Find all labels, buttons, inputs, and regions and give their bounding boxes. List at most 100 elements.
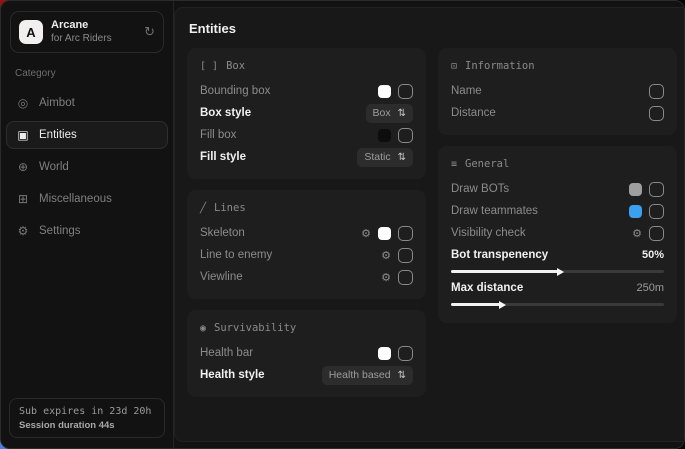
name-checkbox[interactable] bbox=[649, 84, 664, 99]
slider-fill bbox=[451, 303, 500, 306]
sidebar-item-world[interactable]: ⊕ World bbox=[6, 153, 168, 181]
chevron-updown-icon: ⇅ bbox=[398, 108, 406, 119]
main-wrap: Entities [ ] Box Bounding box bbox=[174, 1, 685, 448]
row-health-bar: Health bar bbox=[200, 342, 413, 364]
gear-icon[interactable]: ⚙ bbox=[361, 227, 371, 240]
category-label: Category bbox=[15, 68, 159, 79]
skeleton-checkbox[interactable] bbox=[398, 226, 413, 241]
viewline-checkbox[interactable] bbox=[398, 270, 413, 285]
app-logo: A bbox=[19, 20, 43, 44]
subscription-info-card: Sub expires in 23d 20h Session duration … bbox=[9, 398, 165, 438]
sidebar-item-label: World bbox=[39, 161, 69, 173]
draw-bots-checkbox[interactable] bbox=[649, 182, 664, 197]
page-title: Entities bbox=[189, 21, 677, 36]
color-swatch[interactable] bbox=[378, 85, 391, 98]
settings-icon: ⚙ bbox=[16, 224, 30, 238]
color-swatch[interactable] bbox=[378, 347, 391, 360]
row-viewline: Viewline ⚙ bbox=[200, 266, 413, 288]
row-box-style: Box style Box ⇅ bbox=[200, 102, 413, 124]
row-label: Draw BOTs bbox=[451, 183, 629, 195]
left-column: [ ] Box Bounding box Box style bbox=[187, 48, 426, 397]
sidebar-item-entities[interactable]: ▣ Entities bbox=[6, 121, 168, 149]
color-swatch[interactable] bbox=[378, 227, 391, 240]
brand-card: A Arcane for Arc Riders ↻ bbox=[10, 11, 164, 53]
sidebar-item-settings[interactable]: ⚙ Settings bbox=[6, 217, 168, 245]
row-label: Health bar bbox=[200, 347, 378, 359]
row-label: Draw teammates bbox=[451, 205, 629, 217]
distance-checkbox[interactable] bbox=[649, 106, 664, 121]
row-draw-teammates: Draw teammates bbox=[451, 200, 664, 222]
row-label: Distance bbox=[451, 107, 649, 119]
sub-expiry-text: Sub expires in 23d 20h bbox=[19, 406, 155, 417]
right-column: ⊡ Information Name Distance bbox=[438, 48, 677, 397]
max-distance-slider[interactable] bbox=[451, 303, 664, 306]
world-icon: ⊕ bbox=[16, 160, 30, 174]
visibility-check-checkbox[interactable] bbox=[649, 226, 664, 241]
row-fill-box: Fill box bbox=[200, 124, 413, 146]
row-label: Fill style bbox=[200, 151, 357, 163]
panel-title: Survivability bbox=[214, 322, 296, 334]
panel-information: ⊡ Information Name Distance bbox=[438, 48, 677, 135]
row-visibility-check: Visibility check ⚙ bbox=[451, 222, 664, 244]
main-content: Entities [ ] Box Bounding box bbox=[174, 7, 685, 442]
row-name: Name bbox=[451, 80, 664, 102]
sidebar: A Arcane for Arc Riders ↻ Category ◎ Aim… bbox=[1, 1, 174, 448]
fill-box-checkbox[interactable] bbox=[398, 128, 413, 143]
row-line-to-enemy: Line to enemy ⚙ bbox=[200, 244, 413, 266]
dropdown-value: Box bbox=[373, 107, 391, 119]
row-label: Box style bbox=[200, 107, 366, 119]
sidebar-item-label: Miscellaneous bbox=[39, 193, 112, 205]
color-swatch[interactable] bbox=[629, 183, 642, 196]
draw-teammates-checkbox[interactable] bbox=[649, 204, 664, 219]
row-label: Skeleton bbox=[200, 227, 361, 239]
sidebar-item-label: Settings bbox=[39, 225, 81, 237]
panel-survivability: ◉ Survivability Health bar Health style bbox=[187, 310, 426, 397]
row-bot-transparency: Bot transpenency 50% bbox=[451, 246, 664, 273]
fill-style-dropdown[interactable]: Static ⇅ bbox=[357, 148, 413, 167]
sidebar-item-label: Aimbot bbox=[39, 97, 75, 109]
dropdown-value: Static bbox=[364, 151, 390, 163]
panel-box: [ ] Box Bounding box Box style bbox=[187, 48, 426, 179]
panel-title: Information bbox=[465, 60, 535, 72]
row-label: Bot transpenency bbox=[451, 249, 642, 261]
session-duration-text: Session duration 44s bbox=[19, 420, 155, 431]
color-swatch[interactable] bbox=[378, 129, 391, 142]
gear-icon[interactable]: ⚙ bbox=[381, 249, 391, 262]
row-health-style: Health style Health based ⇅ bbox=[200, 364, 413, 386]
lines-icon: ╱ bbox=[200, 203, 206, 214]
panel-general: ≡ General Draw BOTs Draw teammates bbox=[438, 146, 677, 323]
miscellaneous-icon: ⊞ bbox=[16, 192, 30, 206]
row-fill-style: Fill style Static ⇅ bbox=[200, 146, 413, 168]
box-style-dropdown[interactable]: Box ⇅ bbox=[366, 104, 413, 123]
panel-title: Lines bbox=[214, 202, 246, 214]
sidebar-item-aimbot[interactable]: ◎ Aimbot bbox=[6, 89, 168, 117]
refresh-icon[interactable]: ↻ bbox=[144, 24, 155, 40]
row-label: Fill box bbox=[200, 129, 378, 141]
row-draw-bots: Draw BOTs bbox=[451, 178, 664, 200]
app-window: A Arcane for Arc Riders ↻ Category ◎ Aim… bbox=[0, 0, 685, 449]
gear-icon[interactable]: ⚙ bbox=[632, 227, 642, 240]
slider-fill bbox=[451, 270, 558, 273]
row-label: Line to enemy bbox=[200, 249, 381, 261]
slider-value: 50% bbox=[642, 249, 664, 261]
box-icon: [ ] bbox=[200, 61, 218, 72]
panel-lines: ╱ Lines Skeleton ⚙ Line to enemy bbox=[187, 190, 426, 299]
information-icon: ⊡ bbox=[451, 61, 457, 72]
sidebar-item-miscellaneous[interactable]: ⊞ Miscellaneous bbox=[6, 185, 168, 213]
health-style-dropdown[interactable]: Health based ⇅ bbox=[322, 366, 413, 385]
panel-title: Box bbox=[226, 60, 245, 72]
slider-value: 250m bbox=[636, 282, 664, 294]
entities-icon: ▣ bbox=[16, 128, 30, 142]
bot-transparency-slider[interactable] bbox=[451, 270, 664, 273]
survivability-icon: ◉ bbox=[200, 323, 206, 334]
health-bar-checkbox[interactable] bbox=[398, 346, 413, 361]
row-label: Max distance bbox=[451, 282, 636, 294]
color-swatch[interactable] bbox=[629, 205, 642, 218]
line-to-enemy-checkbox[interactable] bbox=[398, 248, 413, 263]
sidebar-item-label: Entities bbox=[39, 129, 77, 141]
panel-title: General bbox=[465, 158, 509, 170]
app-name: Arcane bbox=[51, 19, 136, 33]
gear-icon[interactable]: ⚙ bbox=[381, 271, 391, 284]
bounding-box-checkbox[interactable] bbox=[398, 84, 413, 99]
dropdown-value: Health based bbox=[329, 369, 391, 381]
